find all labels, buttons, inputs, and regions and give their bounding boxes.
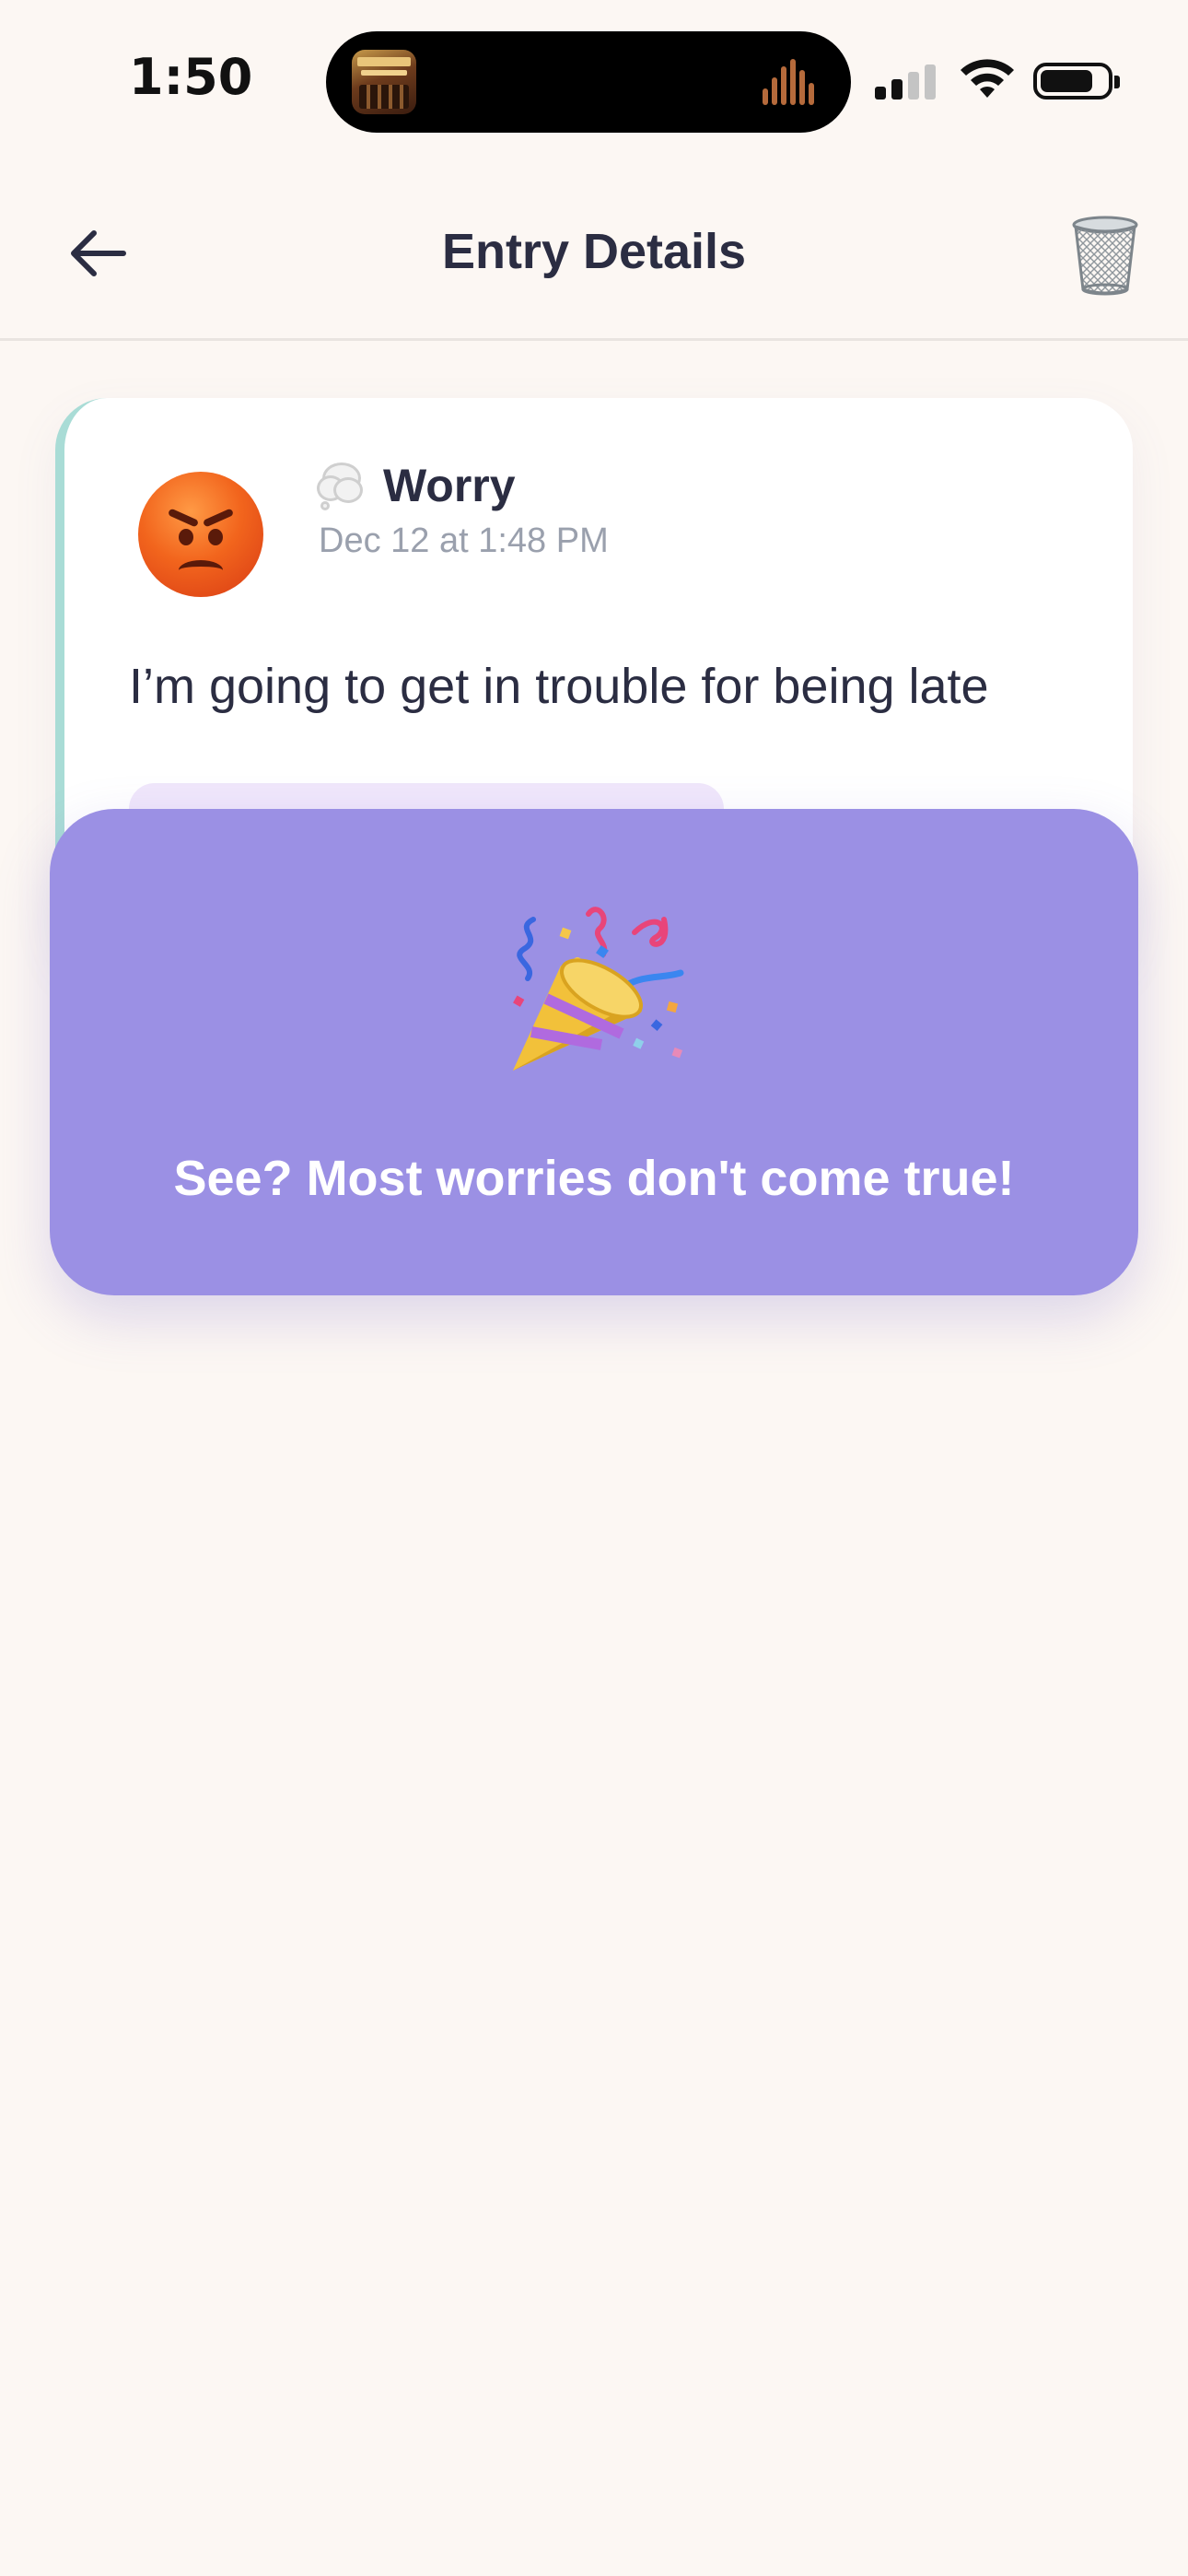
celebration-message: See? Most worries don't come true! <box>173 1151 1015 1206</box>
celebration-toast[interactable]: See? Most worries don't come true! <box>50 809 1138 1295</box>
delete-entry-button[interactable] <box>1068 214 1142 297</box>
status-bar: 1:50 <box>0 0 1188 166</box>
entry-text: I’m going to get in trouble for being la… <box>129 659 989 714</box>
page-title: Entry Details <box>441 224 747 279</box>
status-time: 1:50 <box>129 48 253 106</box>
party-popper-icon <box>513 907 684 1071</box>
entry-timestamp: Dec 12 at 1:48 PM <box>319 521 609 560</box>
entry-type-row: Worry <box>313 453 516 518</box>
trash-can-icon <box>1072 216 1138 296</box>
top-nav-bar: Entry Details <box>0 166 1188 341</box>
cellular-signal-icon <box>875 63 939 100</box>
wifi-icon <box>961 59 1014 98</box>
now-playing-artwork <box>352 50 416 114</box>
entry-type-label: Worry <box>383 460 516 511</box>
dynamic-island[interactable] <box>326 31 851 133</box>
battery-icon <box>1033 63 1120 100</box>
thought-bubble-icon <box>313 459 367 512</box>
audio-waveform-icon <box>763 59 820 105</box>
entry-details-screen: 1:50 Entry Details Worry Dec 12 at 1:48 … <box>0 0 1188 2576</box>
angry-face-icon <box>138 472 263 597</box>
status-indicators <box>875 57 1124 103</box>
